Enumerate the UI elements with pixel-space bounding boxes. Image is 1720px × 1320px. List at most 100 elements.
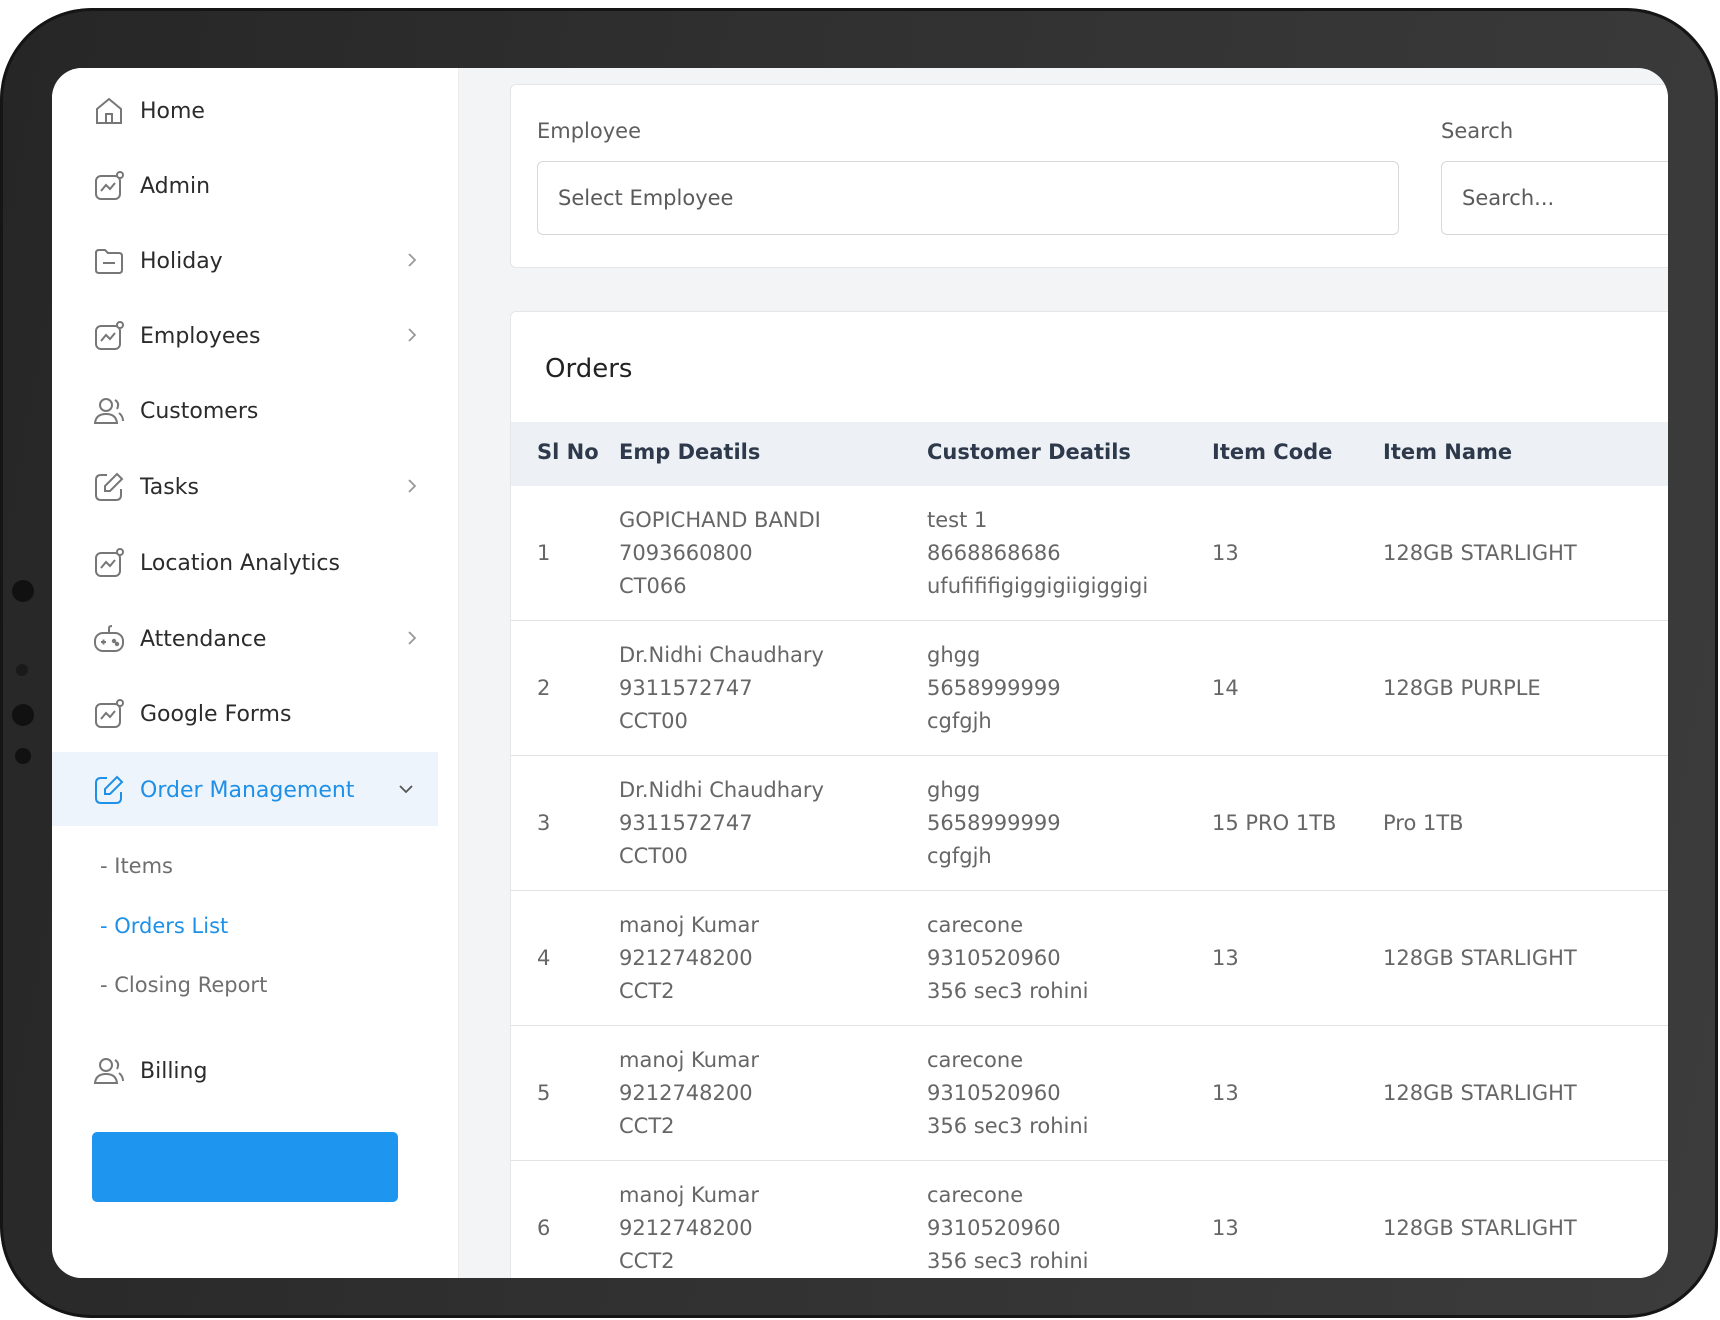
- emp-name: manoj Kumar: [619, 1183, 759, 1207]
- table-row[interactable]: 4 manoj Kumar 9212748200 CCT2 carecone 9…: [511, 891, 1668, 1026]
- chart-icon: [92, 546, 126, 580]
- customer-phone: 9310520960: [927, 1216, 1061, 1240]
- side-button: [12, 704, 34, 726]
- employee-label: Employee: [537, 119, 642, 143]
- emp-code: CCT2: [619, 979, 675, 1003]
- column-header-item-name: Item Name: [1383, 440, 1513, 464]
- search-input[interactable]: [1441, 161, 1668, 235]
- item-code-cell: 14: [1212, 676, 1239, 700]
- submenu-item-items[interactable]: - Items: [100, 854, 173, 878]
- emp-details-cell: Dr.Nidhi Chaudhary 9311572747 CCT00: [619, 774, 824, 873]
- sidebar: Home Admin Holiday Employees Customers T…: [52, 68, 459, 1278]
- main-content: Employee Search Orders Sl No Emp Deatils…: [458, 68, 1668, 1278]
- sidebar-item-label: Billing: [140, 1058, 208, 1084]
- item-code-cell: 13: [1212, 1081, 1239, 1105]
- table-header: Sl No Emp Deatils Customer Deatils Item …: [511, 422, 1668, 486]
- submenu-item-closing-report[interactable]: - Closing Report: [100, 973, 267, 997]
- item-name-cell: 128GB PURPLE: [1383, 676, 1541, 700]
- emp-phone: 9212748200: [619, 1216, 753, 1240]
- sidebar-item-employees[interactable]: Employees: [92, 311, 422, 361]
- customer-address: ufufififigiggigiigiggigi: [927, 574, 1149, 598]
- emp-code: CCT00: [619, 709, 688, 733]
- chevron-right-icon: [402, 628, 422, 648]
- sidebar-item-order-management[interactable]: Order Management: [92, 765, 422, 815]
- customer-address: cgfgjh: [927, 709, 992, 733]
- column-header-item-code: Item Code: [1212, 440, 1333, 464]
- customer-details-cell: carecone 9310520960 356 sec3 rohini: [927, 1179, 1089, 1278]
- customer-name: carecone: [927, 913, 1024, 937]
- sidebar-item-label: Admin: [140, 173, 211, 199]
- table-row[interactable]: 2 Dr.Nidhi Chaudhary 9311572747 CCT00 gh…: [511, 621, 1668, 756]
- logout-button[interactable]: Logout: [92, 1132, 398, 1202]
- chart-icon: [92, 697, 126, 731]
- sl-no-cell: 3: [537, 811, 551, 835]
- customer-address: cgfgjh: [927, 844, 992, 868]
- sidebar-item-label: Attendance: [140, 626, 267, 652]
- sidebar-item-google-forms[interactable]: Google Forms: [92, 689, 422, 739]
- sidebar-item-holiday[interactable]: Holiday: [92, 236, 422, 286]
- item-name-cell: 128GB STARLIGHT: [1383, 541, 1577, 565]
- emp-details-cell: GOPICHAND BANDI 7093660800 CT066: [619, 504, 821, 603]
- sl-no-cell: 2: [537, 676, 551, 700]
- table-row[interactable]: 6 manoj Kumar 9212748200 CCT2 carecone 9…: [511, 1161, 1668, 1278]
- emp-name: manoj Kumar: [619, 1048, 759, 1072]
- sidebar-item-billing[interactable]: Billing: [92, 1046, 422, 1096]
- side-button: [12, 580, 34, 602]
- item-code-cell: 13: [1212, 541, 1239, 565]
- folder-icon: [92, 244, 126, 278]
- employee-select[interactable]: [537, 161, 1399, 235]
- item-name-cell: 128GB STARLIGHT: [1383, 1216, 1577, 1240]
- table-row[interactable]: 3 Dr.Nidhi Chaudhary 9311572747 CCT00 gh…: [511, 756, 1668, 891]
- edit-icon: [92, 773, 126, 807]
- customer-details-cell: ghgg 5658999999 cgfgjh: [927, 639, 1061, 738]
- customer-name: carecone: [927, 1048, 1024, 1072]
- table-row[interactable]: 5 manoj Kumar 9212748200 CCT2 carecone 9…: [511, 1026, 1668, 1161]
- customer-phone: 5658999999: [927, 811, 1061, 835]
- filter-card: Employee Search: [510, 84, 1668, 268]
- screen: Home Admin Holiday Employees Customers T…: [52, 68, 1668, 1278]
- sidebar-item-label: Order Management: [140, 777, 355, 803]
- orders-card: Orders Sl No Emp Deatils Customer Deatil…: [510, 311, 1668, 1278]
- sidebar-item-attendance[interactable]: Attendance: [92, 614, 422, 664]
- side-button: [15, 748, 31, 764]
- sidebar-item-location-analytics[interactable]: Location Analytics: [92, 538, 422, 588]
- item-name-cell: 128GB STARLIGHT: [1383, 1081, 1577, 1105]
- customer-phone: 8668868686: [927, 541, 1061, 565]
- customer-name: test 1: [927, 508, 988, 532]
- sidebar-item-tasks[interactable]: Tasks: [92, 462, 422, 512]
- sidebar-item-label: Tasks: [140, 474, 199, 500]
- sidebar-item-home[interactable]: Home: [92, 86, 422, 136]
- submenu-item-orders-list[interactable]: - Orders List: [100, 914, 228, 938]
- emp-phone: 9311572747: [619, 676, 753, 700]
- customer-name: ghgg: [927, 643, 981, 667]
- orders-title: Orders: [545, 354, 633, 384]
- home-icon: [92, 94, 126, 128]
- sl-no-cell: 4: [537, 946, 551, 970]
- emp-details-cell: Dr.Nidhi Chaudhary 9311572747 CCT00: [619, 639, 824, 738]
- customer-name: carecone: [927, 1183, 1024, 1207]
- customer-details-cell: ghgg 5658999999 cgfgjh: [927, 774, 1061, 873]
- sidebar-item-label: Location Analytics: [140, 550, 340, 576]
- emp-details-cell: manoj Kumar 9212748200 CCT2: [619, 1044, 759, 1143]
- chart-icon: [92, 169, 126, 203]
- table-row[interactable]: 1 GOPICHAND BANDI 7093660800 CT066 test …: [511, 486, 1668, 621]
- customer-phone: 9310520960: [927, 946, 1061, 970]
- item-code-cell: 13: [1212, 1216, 1239, 1240]
- emp-details-cell: manoj Kumar 9212748200 CCT2: [619, 1179, 759, 1278]
- chart-icon: [92, 319, 126, 353]
- item-name-cell: 128GB STARLIGHT: [1383, 946, 1577, 970]
- sidebar-item-admin[interactable]: Admin: [92, 161, 422, 211]
- customer-name: ghgg: [927, 778, 981, 802]
- emp-name: Dr.Nidhi Chaudhary: [619, 643, 824, 667]
- column-header-emp-details: Emp Deatils: [619, 440, 761, 464]
- users-icon: [92, 394, 126, 428]
- emp-phone: 9311572747: [619, 811, 753, 835]
- sidebar-item-customers[interactable]: Customers: [92, 386, 422, 436]
- chevron-right-icon: [402, 476, 422, 496]
- customer-address: 356 sec3 rohini: [927, 979, 1089, 1003]
- gamepad-icon: [92, 622, 126, 656]
- sidebar-item-label: Customers: [140, 398, 259, 424]
- customer-details-cell: carecone 9310520960 356 sec3 rohini: [927, 1044, 1089, 1143]
- emp-phone: 9212748200: [619, 946, 753, 970]
- side-button: [16, 664, 28, 676]
